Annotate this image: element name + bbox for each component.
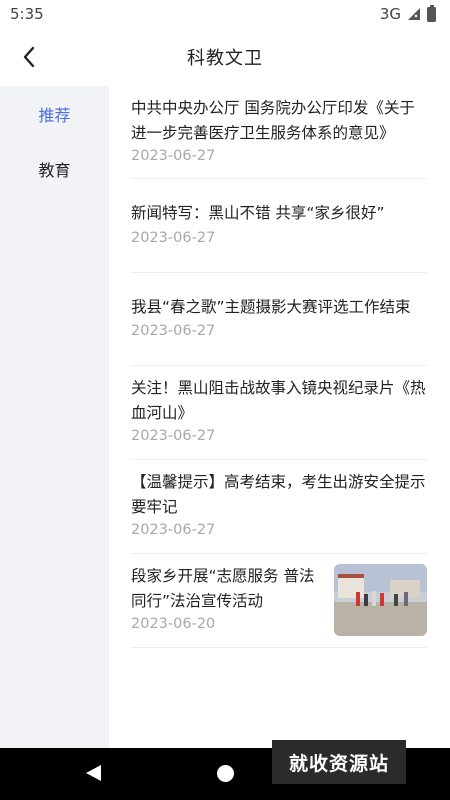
sidebar-item-label: 推荐: [38, 105, 71, 125]
category-sidebar: 推荐 教育: [0, 86, 109, 748]
list-item[interactable]: 新闻特写：黑山不错 共享“家乡很好” 2023-06-27: [131, 179, 427, 273]
news-date: 2023-06-27: [131, 230, 216, 246]
back-button[interactable]: [14, 42, 44, 72]
news-list: 中共中央办公厅 国务院办公厅印发《关于进一步完善医疗卫生服务体系的意见》 202…: [131, 86, 427, 748]
status-bar: 5:35 3G: [0, 0, 450, 28]
news-title: 【温馨提示】高考结束，考生出游安全提示要牢记: [131, 473, 426, 516]
page-title: 科教文卫: [187, 48, 263, 69]
news-title: 中共中央办公厅 国务院办公厅印发《关于进一步完善医疗卫生服务体系的意见》: [131, 99, 415, 142]
list-item[interactable]: 【温馨提示】高考结束，考生出游安全提示要牢记 2023-06-27: [131, 460, 427, 554]
network-type: 3G: [379, 5, 401, 23]
news-date: 2023-06-27: [131, 148, 216, 164]
sidebar-item-label: 教育: [38, 160, 71, 180]
list-item[interactable]: 我县“春之歌”主题摄影大赛评选工作结束 2023-06-27: [131, 273, 427, 366]
news-title: 段家乡开展“志愿服务 普法同行”法治宣传活动: [131, 567, 315, 610]
news-title: 我县“春之歌”主题摄影大赛评选工作结束: [131, 298, 411, 316]
news-thumbnail: [334, 564, 427, 636]
photo-image: [334, 564, 427, 636]
chevron-left-icon: [23, 46, 35, 68]
battery-icon: [427, 4, 436, 22]
sidebar-item-recommend[interactable]: 推荐: [0, 86, 109, 141]
nav-back-button[interactable]: [85, 764, 102, 786]
news-title: 新闻特写：黑山不错 共享“家乡很好”: [131, 204, 385, 222]
news-date: 2023-06-20: [131, 616, 216, 632]
news-title: 关注！黑山阻击战故事入镜央视纪录片《热血河山》: [131, 379, 426, 422]
list-item[interactable]: 中共中央办公厅 国务院办公厅印发《关于进一步完善医疗卫生服务体系的意见》 202…: [131, 86, 427, 179]
header: 科教文卫: [0, 28, 450, 86]
list-item[interactable]: 段家乡开展“志愿服务 普法同行”法治宣传活动 2023-06-20: [131, 554, 427, 648]
signal-icon: [408, 8, 420, 20]
triangle-back-icon: [86, 765, 101, 781]
news-date: 2023-06-27: [131, 522, 216, 538]
news-date: 2023-06-27: [131, 428, 216, 444]
watermark: 就收资源站: [272, 740, 406, 784]
status-time: 5:35: [10, 5, 44, 23]
circle-home-icon[interactable]: [217, 765, 234, 782]
list-item[interactable]: 关注！黑山阻击战故事入镜央视纪录片《热血河山》 2023-06-27: [131, 366, 427, 460]
news-date: 2023-06-27: [131, 323, 216, 339]
sidebar-item-education[interactable]: 教育: [0, 141, 109, 196]
status-icons: 3G: [379, 4, 436, 23]
